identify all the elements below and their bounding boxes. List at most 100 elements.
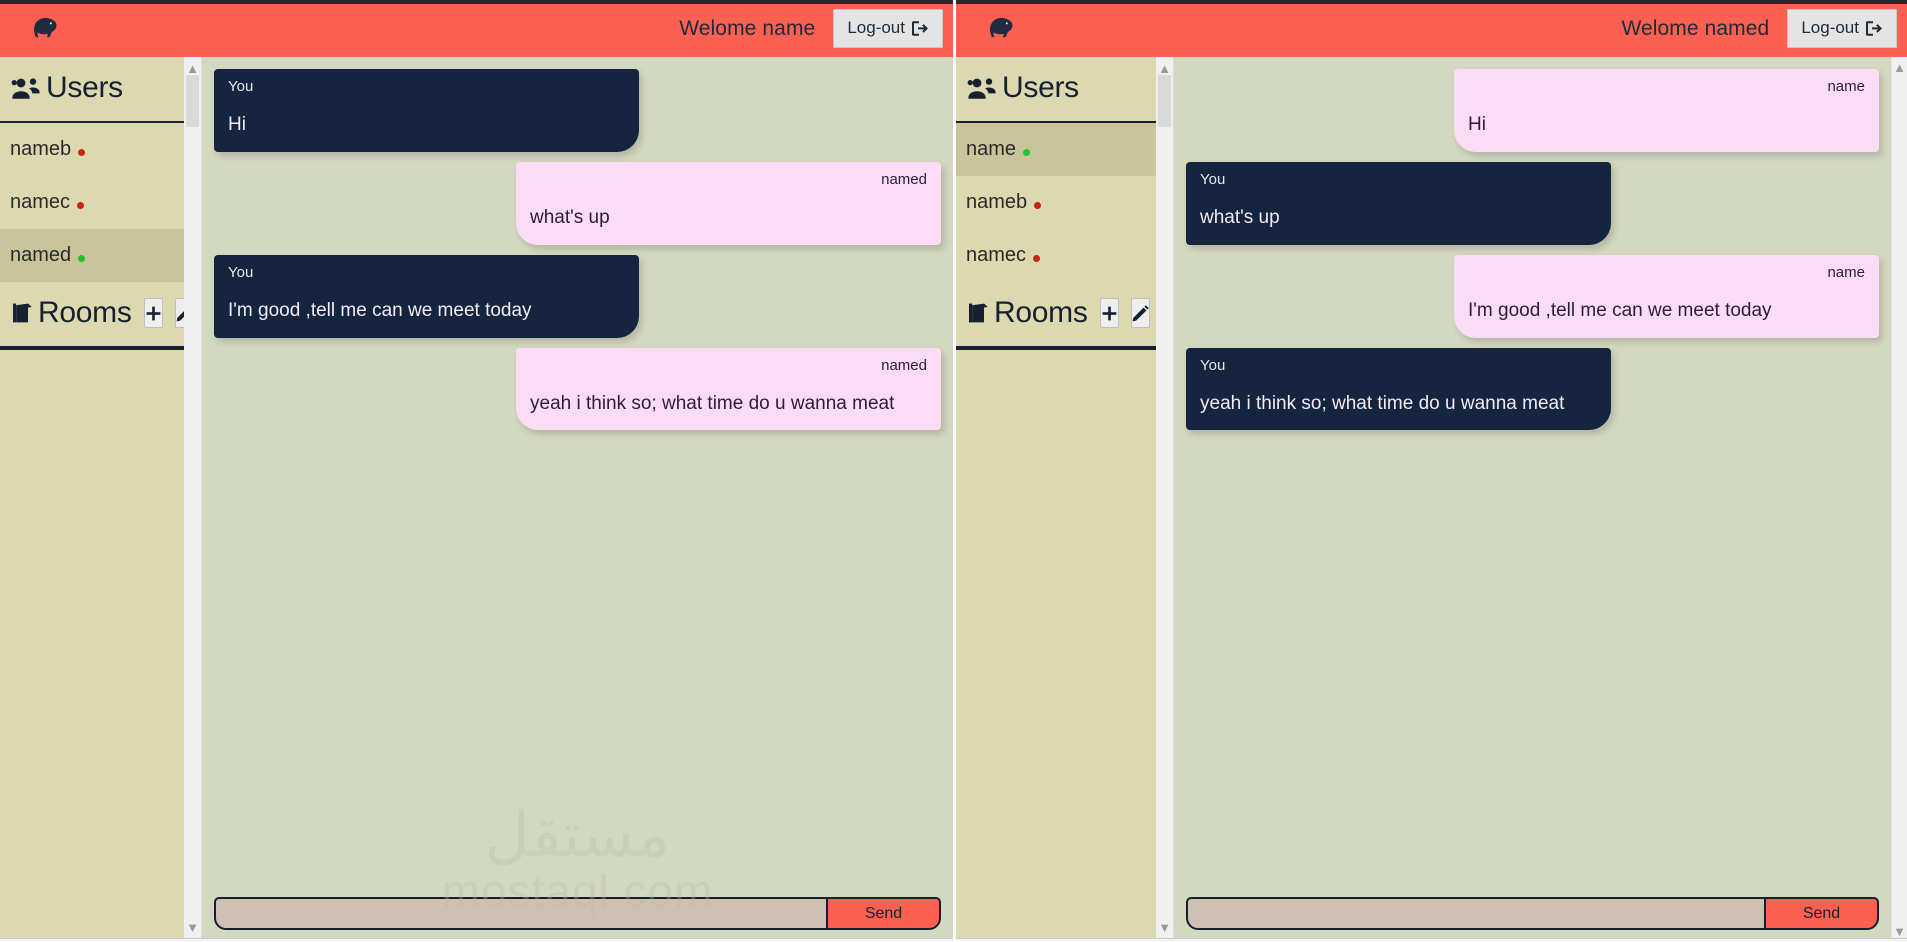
window-top-chrome-strip — [0, 0, 953, 4]
chat-scrollbar-left[interactable]: ▲ ▼ — [184, 57, 202, 942]
message-sender: name — [1827, 78, 1865, 95]
door-icon — [966, 301, 990, 325]
sign-out-icon — [1866, 20, 1883, 36]
status-dot-offline-icon — [1033, 255, 1041, 262]
users-section-header: Users — [956, 57, 1156, 123]
scrollbar-thumb[interactable] — [1158, 75, 1171, 127]
user-list-item[interactable]: nameb — [956, 176, 1156, 229]
window-bottom-chrome-strip — [956, 938, 1907, 942]
message-row: name Hi — [1186, 69, 1879, 152]
message-text: what's up — [1200, 206, 1280, 228]
user-name: nameb — [10, 138, 72, 160]
rooms-list-panel — [0, 348, 184, 942]
message-input[interactable] — [1186, 897, 1764, 930]
message-list-left: You Hi named what's up You I'm good ,tel… — [202, 57, 953, 889]
logout-button[interactable]: Log-out — [833, 9, 943, 48]
add-room-button[interactable] — [1099, 298, 1119, 328]
users-icon — [10, 76, 42, 100]
message-bubble-outgoing: You I'm good ,tell me can we meet today — [214, 254, 639, 338]
rooms-section-title: Rooms — [38, 296, 132, 329]
status-dot-online-icon — [1023, 149, 1031, 156]
sign-out-icon — [912, 20, 929, 36]
message-row: name I'm good ,tell me can we meet today — [1186, 254, 1879, 338]
status-dot-offline-icon — [1034, 202, 1042, 209]
users-icon — [966, 76, 998, 100]
user-name: named — [10, 244, 72, 266]
welcome-text: Welome name — [679, 16, 816, 40]
user-name: namec — [10, 191, 71, 213]
user-list-left: nameb namec named — [0, 123, 184, 282]
user-list-item-selected[interactable]: name — [956, 123, 1156, 176]
users-section-title: Users — [1002, 71, 1079, 104]
navbar-right: Welome named Log-out — [956, 0, 1907, 57]
message-input[interactable] — [214, 897, 826, 930]
message-list-right: name Hi You what's up name I'm good ,tel… — [1174, 57, 1891, 889]
message-bubble-incoming: name I'm good ,tell me can we meet today — [1454, 254, 1879, 338]
message-sender: You — [1200, 356, 1226, 374]
message-row: named yeah i think so; what time do u wa… — [214, 347, 941, 431]
message-sender: You — [228, 78, 254, 95]
logout-button-label: Log-out — [847, 18, 905, 37]
message-bubble-incoming: named what's up — [516, 161, 941, 245]
navbar-left: Welome name Log-out — [0, 0, 953, 57]
sidebar-right: Users name nameb namec Rooms — [956, 57, 1156, 942]
scrollbar-thumb[interactable] — [186, 75, 199, 127]
message-bubble-outgoing: You what's up — [1186, 161, 1611, 245]
browser-window-right: Welome named Log-out Users name nameb na… — [953, 0, 1907, 942]
user-list-item[interactable]: namec — [956, 229, 1156, 282]
chat-column-right: name Hi You what's up name I'm good ,tel… — [1174, 57, 1891, 942]
message-text: Hi — [1468, 114, 1486, 135]
dual-window-stage: Welome name Log-out Users nameb namec na… — [0, 0, 1907, 942]
door-icon — [10, 301, 34, 325]
app-body-right: Users name nameb namec Rooms ▲ ▼ name Hi… — [956, 57, 1907, 942]
message-text: yeah i think so; what time do u wanna me… — [530, 392, 895, 414]
users-section-header: Users — [0, 57, 184, 123]
edit-room-button[interactable] — [1130, 298, 1150, 328]
kiwi-bird-icon — [984, 13, 1024, 45]
message-row: You I'm good ,tell me can we meet today — [214, 254, 941, 338]
user-name: namec — [966, 244, 1027, 266]
chat-scrollbar-right[interactable]: ▲ ▼ — [1156, 57, 1174, 942]
message-composer-left: Send — [202, 889, 953, 942]
message-bubble-incoming: named yeah i think so; what time do u wa… — [516, 347, 941, 431]
rooms-list-panel — [956, 348, 1156, 942]
send-button[interactable]: Send — [826, 897, 941, 930]
message-row: You yeah i think so; what time do u wann… — [1186, 347, 1879, 431]
message-text: I'm good ,tell me can we meet today — [228, 299, 532, 321]
message-row: You Hi — [214, 69, 941, 152]
scroll-down-arrow-icon[interactable]: ▼ — [186, 921, 199, 934]
scroll-down-arrow-icon[interactable]: ▼ — [1893, 925, 1906, 938]
chat-column-left: You Hi named what's up You I'm good ,tel… — [202, 57, 953, 942]
message-sender: You — [228, 263, 254, 281]
kiwi-bird-icon — [28, 13, 68, 45]
user-name: name — [966, 138, 1017, 160]
message-composer-right: Send — [1174, 889, 1891, 942]
message-row: named what's up — [214, 161, 941, 245]
message-text: I'm good ,tell me can we meet today — [1468, 299, 1772, 321]
message-bubble-incoming: name Hi — [1454, 69, 1879, 152]
scroll-up-arrow-icon[interactable]: ▲ — [1893, 61, 1906, 74]
window-top-chrome-strip — [956, 0, 1907, 4]
window-scrollbar-right[interactable]: ▲ ▼ — [1891, 57, 1907, 942]
message-row: You what's up — [1186, 161, 1879, 245]
status-dot-online-icon — [78, 255, 86, 262]
add-room-button[interactable] — [143, 298, 163, 328]
welcome-text: Welome named — [1621, 16, 1770, 40]
scroll-up-arrow-icon[interactable]: ▲ — [1158, 62, 1171, 75]
user-list-item[interactable]: namec — [0, 176, 184, 229]
scroll-up-arrow-icon[interactable]: ▲ — [186, 62, 199, 75]
message-text: yeah i think so; what time do u wanna me… — [1200, 392, 1565, 414]
user-list-item-selected[interactable]: named — [0, 229, 184, 282]
browser-window-left: Welome name Log-out Users nameb namec na… — [0, 0, 953, 942]
rooms-section-header: Rooms — [956, 282, 1156, 348]
rooms-section-header: Rooms — [0, 282, 184, 348]
edit-room-button[interactable] — [174, 298, 184, 328]
users-section-title: Users — [46, 71, 123, 104]
send-button[interactable]: Send — [1764, 897, 1879, 930]
message-text: Hi — [228, 114, 246, 135]
app-body-left: Users nameb namec named Rooms ▲ ▼ You Hi… — [0, 57, 953, 942]
logout-button[interactable]: Log-out — [1787, 9, 1897, 48]
scroll-down-arrow-icon[interactable]: ▼ — [1158, 921, 1171, 934]
user-list-item[interactable]: nameb — [0, 123, 184, 176]
logout-button-label: Log-out — [1801, 18, 1859, 37]
